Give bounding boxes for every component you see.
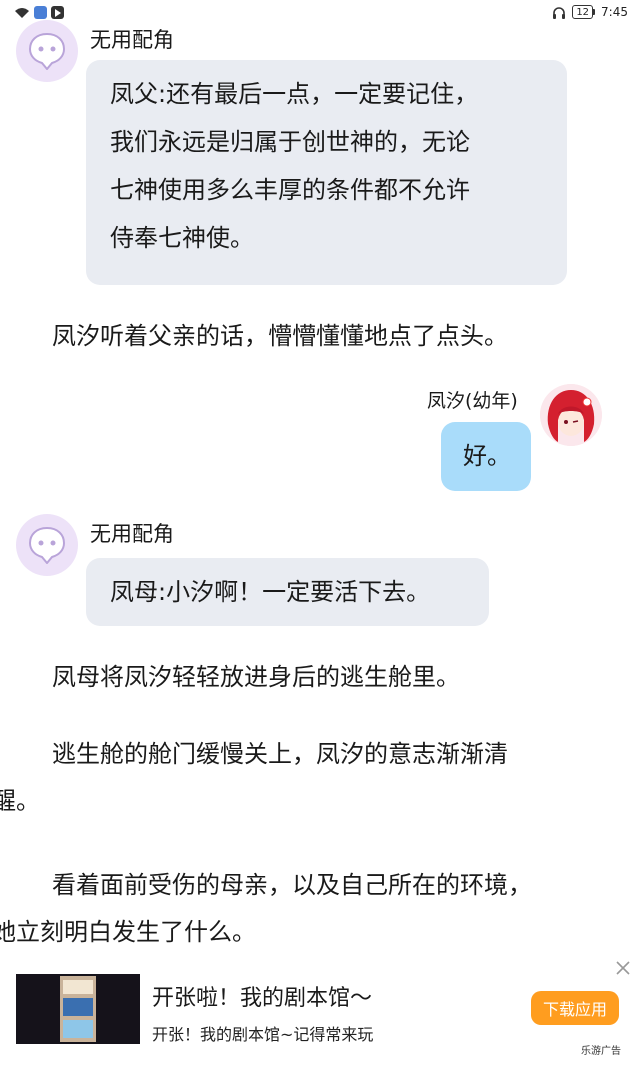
narration-line: 逃生舱的舱门缓慢关上，凤汐的意志渐渐清 — [52, 740, 508, 768]
wifi-icon — [15, 7, 29, 18]
narration-text: 凤汐听着父亲的话，懵懵懂懂地点了点头。 — [52, 322, 508, 350]
speaker-name: 凤汐(幼年) — [427, 390, 518, 412]
narration-line: 醒。 — [0, 787, 40, 815]
narration-paragraph: 逃生舱的舱门缓慢关上，凤汐的意志渐渐清 醒。 — [0, 731, 622, 825]
avatar-fengxi[interactable] — [540, 384, 602, 446]
chat-bubble-icon — [28, 32, 66, 70]
ad-title[interactable]: 开张啦！我的剧本馆～ — [152, 980, 372, 1012]
ad-image-icon — [16, 974, 140, 1044]
chat-bubble-reply: 好。 — [441, 422, 531, 491]
clock: 7:45 — [601, 5, 628, 19]
narration-text: 凤母将凤汐轻轻放进身后的逃生舱里。 — [52, 663, 460, 691]
bubble-line: 凤父:还有最后一点，一定要记住， — [110, 80, 479, 108]
chat-bubble: 凤父:还有最后一点，一定要记住， 我们永远是归属于创世神的，无论 七神使用多么丰… — [86, 60, 567, 285]
download-app-button[interactable]: 下载应用 — [531, 991, 619, 1025]
ad-source-label: 乐游广告 — [581, 1046, 621, 1057]
narration-paragraph: 看着面前受伤的母亲，以及自己所在的环境， 她立刻明白发生了什么。 — [0, 862, 622, 956]
bubble-line: 侍奉七神使。 — [110, 224, 254, 252]
ad-banner[interactable]: 开张啦！我的剧本馆～ 开张！我的剧本馆~记得常来玩 下载应用 乐游广告 — [0, 958, 640, 1067]
chat-bubble: 凤母:小汐啊！一定要活下去。 — [86, 558, 489, 626]
girl-portrait-icon — [540, 384, 602, 446]
media-app-icon — [51, 6, 64, 19]
bubble-line: 我们永远是归属于创世神的，无论 — [110, 128, 470, 156]
speaker-name: 无用配角 — [90, 522, 174, 546]
ad-thumbnail[interactable] — [16, 974, 140, 1044]
narration-line: 看着面前受伤的母亲，以及自己所在的环境， — [52, 871, 532, 899]
ad-subtitle[interactable]: 开张！我的剧本馆~记得常来玩 — [152, 1021, 373, 1045]
avatar-side-character[interactable] — [16, 20, 78, 82]
speaker-name: 无用配角 — [90, 28, 174, 52]
close-icon[interactable] — [613, 958, 633, 978]
narration-line: 她立刻明白发生了什么。 — [0, 918, 256, 946]
bubble-line: 七神使用多么丰厚的条件都不允许 — [110, 176, 470, 204]
bubble-text: 好。 — [463, 442, 511, 470]
avatar-side-character[interactable] — [16, 514, 78, 576]
bubble-text: 凤母:小汐啊！一定要活下去。 — [110, 578, 431, 606]
message-app-icon — [34, 6, 47, 19]
battery-icon: 12 — [572, 5, 596, 19]
chat-bubble-icon — [28, 526, 66, 564]
headphones-icon — [553, 6, 566, 19]
status-bar: 12 7:45 — [0, 0, 640, 26]
